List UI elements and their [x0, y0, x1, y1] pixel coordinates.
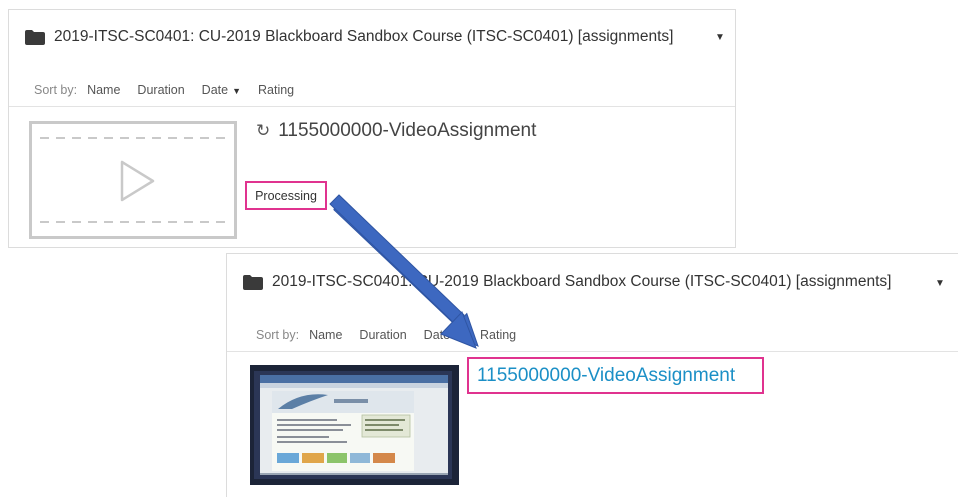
sort-option-duration[interactable]: Duration	[137, 83, 184, 97]
media-category-panel-ready: 2019-ITSC-SC0401: CU-2019 Blackboard San…	[226, 253, 958, 497]
entry-title: 1155000000-VideoAssignment	[278, 120, 537, 141]
sort-caret-down-icon: ▼	[454, 331, 463, 341]
sort-caret-down-icon: ▼	[232, 86, 241, 96]
sort-option-name[interactable]: Name	[87, 83, 120, 97]
sort-option-date[interactable]: Date ▼	[424, 328, 463, 342]
sort-option-date[interactable]: Date ▼	[202, 83, 241, 97]
category-title: 2019-ITSC-SC0401: CU-2019 Blackboard San…	[272, 273, 892, 290]
sort-label: Sort by:	[256, 328, 300, 342]
entry-title-link[interactable]: 1155000000-VideoAssignment	[477, 365, 735, 387]
category-header[interactable]: 2019-ITSC-SC0401: CU-2019 Blackboard San…	[25, 28, 673, 46]
sort-bar: Sort by: Name Duration Date ▼ Rating	[256, 328, 533, 342]
title-highlight-box: 1155000000-VideoAssignment	[467, 357, 764, 394]
entry-title-processing: ↻ 1155000000-VideoAssignment	[256, 120, 536, 142]
sort-label: Sort by:	[34, 83, 78, 97]
category-header[interactable]: 2019-ITSC-SC0401: CU-2019 Blackboard San…	[243, 273, 891, 291]
divider	[227, 351, 958, 352]
sort-option-rating[interactable]: Rating	[258, 83, 294, 97]
media-category-panel-processing: 2019-ITSC-SC0401: CU-2019 Blackboard San…	[8, 9, 736, 248]
video-thumbnail[interactable]	[250, 365, 459, 485]
sort-option-date-label: Date	[201, 83, 229, 97]
sort-option-duration[interactable]: Duration	[359, 328, 406, 342]
processing-status: Processing	[255, 188, 317, 203]
divider	[9, 106, 735, 107]
sort-bar: Sort by: Name Duration Date ▼ Rating	[34, 83, 311, 97]
video-placeholder-thumbnail[interactable]	[29, 121, 237, 239]
processing-highlight-box: Processing	[245, 181, 327, 210]
category-title: 2019-ITSC-SC0401: CU-2019 Blackboard San…	[54, 28, 674, 45]
screenshot-stage: 2019-ITSC-SC0401: CU-2019 Blackboard San…	[0, 0, 958, 497]
sort-option-rating[interactable]: Rating	[480, 328, 516, 342]
caret-down-icon[interactable]: ▼	[935, 278, 945, 289]
sort-option-name[interactable]: Name	[309, 328, 342, 342]
refresh-icon: ↻	[256, 121, 271, 140]
sort-option-date-label: Date	[423, 328, 451, 342]
play-icon	[120, 160, 155, 202]
folder-icon	[243, 274, 263, 290]
folder-icon	[25, 29, 45, 45]
caret-down-icon[interactable]: ▼	[715, 32, 725, 43]
